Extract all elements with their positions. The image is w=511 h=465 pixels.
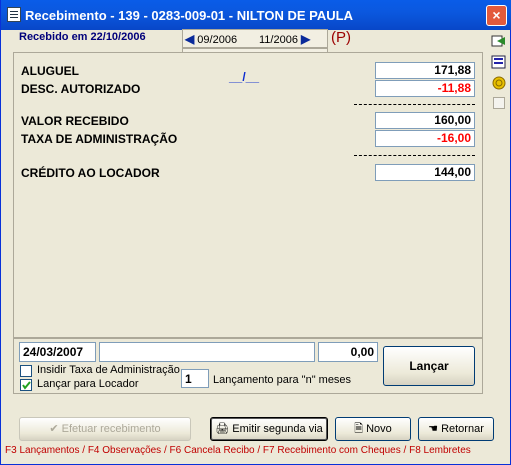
divider bbox=[354, 104, 475, 105]
arrow-left-icon: ◀ bbox=[185, 32, 195, 46]
aluguel-label: ALUGUEL bbox=[21, 64, 79, 78]
retornar-label: Retornar bbox=[441, 423, 484, 435]
status-flag: (P) bbox=[331, 29, 351, 46]
arrow-right-icon: ▶ bbox=[301, 32, 311, 46]
desconto-label: DESC. AUTORIZADO bbox=[21, 82, 141, 96]
efetuar-button[interactable]: ✔ Efetuar recebimento bbox=[19, 417, 191, 441]
coin-icon[interactable] bbox=[491, 76, 507, 90]
months-input[interactable]: 1 bbox=[181, 369, 209, 388]
received-date-label: Recebido em 22/10/2006 bbox=[19, 31, 146, 43]
months-label: Lançamento para "n" meses bbox=[213, 374, 352, 386]
prev-month-button[interactable]: ◀ 09/2006 bbox=[185, 32, 255, 46]
shortcut-footer: F3 Lançamentos / F4 Observações / F6 Can… bbox=[5, 445, 471, 456]
credito-value[interactable]: 144,00 bbox=[375, 164, 475, 181]
printer-icon: 🖨 bbox=[215, 423, 230, 435]
next-month-label: 11/2006 bbox=[259, 34, 298, 46]
include-fee-label: Insidir Taxa de Administração bbox=[37, 364, 180, 376]
launch-button[interactable]: Lançar bbox=[383, 346, 475, 386]
include-fee-checkbox[interactable] bbox=[20, 365, 32, 377]
blank-button[interactable] bbox=[493, 97, 505, 109]
launch-amount-input[interactable]: 0,00 bbox=[318, 342, 378, 362]
for-owner-label: Lançar para Locador bbox=[37, 378, 139, 390]
desconto-value[interactable]: -11,88 bbox=[375, 80, 475, 97]
for-owner-checkbox[interactable] bbox=[20, 379, 32, 391]
launch-description-input[interactable] bbox=[99, 342, 315, 362]
taxa-label: TAXA DE ADMINISTRAÇÃO bbox=[21, 132, 178, 146]
retornar-button[interactable]: ☚ Retornar bbox=[418, 417, 494, 441]
window-title: Recebimento - 139 - 0283-009-01 - NILTON… bbox=[25, 8, 353, 23]
novo-button[interactable]: 🗎 Novo bbox=[335, 417, 411, 441]
novo-label: Novo bbox=[366, 423, 392, 435]
valor-recebido-label: VALOR RECEBIDO bbox=[21, 114, 129, 128]
aluguel-value[interactable]: 171,88 bbox=[375, 62, 475, 79]
efetuar-label: Efetuar recebimento bbox=[61, 423, 161, 435]
document-icon[interactable] bbox=[491, 55, 507, 69]
window: Recebimento - 139 - 0283-009-01 - NILTON… bbox=[0, 0, 511, 465]
prev-month-label: 09/2006 bbox=[197, 34, 238, 46]
title-bar[interactable]: Recebimento - 139 - 0283-009-01 - NILTON… bbox=[1, 0, 511, 30]
taxa-value[interactable]: -16,00 bbox=[375, 130, 475, 147]
new-document-icon: 🗎 bbox=[354, 423, 364, 435]
credito-label: CRÉDITO AO LOCADOR bbox=[21, 166, 160, 180]
next-month-button[interactable]: 11/2006 ▶ bbox=[259, 32, 327, 46]
hand-point-icon: ☚ bbox=[428, 423, 438, 435]
refresh-icon[interactable] bbox=[491, 34, 507, 48]
checkmark-icon: ✔ bbox=[49, 423, 59, 435]
close-button[interactable]: × bbox=[486, 5, 507, 26]
app-icon bbox=[7, 7, 21, 22]
emitir-button[interactable]: 🖨 Emitir segunda via bbox=[210, 417, 328, 441]
date-placeholder[interactable]: __/__ bbox=[229, 70, 259, 84]
valor-recebido-value[interactable]: 160,00 bbox=[375, 112, 475, 129]
divider bbox=[354, 155, 475, 156]
month-navigator: ◀ 09/2006 11/2006 ▶ bbox=[182, 29, 328, 48]
emitir-label: Emitir segunda via bbox=[232, 423, 323, 435]
launch-date-input[interactable]: 24/03/2007 bbox=[19, 342, 96, 362]
